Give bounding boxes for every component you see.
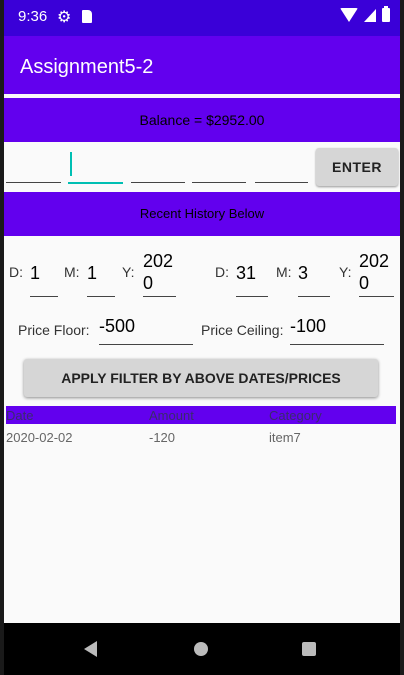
recent-history-header: Recent History Below: [4, 192, 400, 236]
app-bar: Assignment5-2: [4, 36, 400, 94]
from-year-label: Y:: [122, 264, 135, 280]
table-row[interactable]: 2020-02-02 -120 item7: [6, 428, 396, 446]
app-title: Assignment5-2: [20, 56, 154, 78]
from-day-label: D:: [9, 264, 23, 280]
column-category: Category: [269, 408, 322, 423]
battery-icon: [382, 6, 390, 22]
from-month-input[interactable]: 1: [87, 250, 115, 297]
to-year-input[interactable]: 202 0: [359, 250, 394, 297]
from-year-line-1: 202: [143, 251, 174, 271]
status-time: 9:36: [18, 8, 48, 25]
row-amount: -120: [149, 430, 176, 445]
column-date: Date: [6, 408, 34, 423]
row-category: item7: [269, 430, 301, 445]
enter-button[interactable]: ENTER: [316, 148, 398, 186]
status-icons: [340, 6, 390, 22]
wifi-icon: [340, 8, 358, 22]
sd-card-icon: [82, 10, 92, 23]
price-floor-label: Price Floor:: [18, 322, 90, 338]
entry-row: ENTER: [4, 146, 400, 190]
to-month-value: 3: [298, 263, 309, 283]
from-year-input[interactable]: 202 0: [143, 250, 176, 297]
from-month-label: M:: [64, 264, 80, 280]
price-floor-input[interactable]: -500: [99, 316, 193, 345]
to-day-input[interactable]: 31: [236, 250, 268, 297]
to-day-value: 31: [236, 263, 257, 283]
status-bar: 9:36 ⚙: [4, 0, 400, 36]
to-year-label: Y:: [339, 264, 352, 280]
from-month-value: 1: [87, 263, 98, 283]
history-table-header: Date Amount Category: [6, 406, 396, 424]
from-year-line-2: 0: [143, 273, 154, 293]
row-date: 2020-02-02: [6, 430, 73, 445]
apply-filter-button[interactable]: APPLY FILTER BY ABOVE DATES/PRICES: [24, 359, 378, 397]
entry-field-3[interactable]: [131, 146, 185, 183]
text-cursor: [70, 152, 72, 176]
home-icon[interactable]: [194, 642, 208, 656]
to-day-label: D:: [215, 264, 229, 280]
price-ceiling-label: Price Ceiling:: [201, 322, 284, 338]
date-filter-row: D: 1 M: 1 Y: 202 0 D: 31 M: 3 Y: 202 0: [4, 248, 400, 300]
entry-field-5[interactable]: [255, 146, 308, 183]
to-year-line-2: 0: [359, 273, 370, 293]
from-day-value: 1: [30, 263, 41, 283]
entry-field-2[interactable]: [68, 146, 123, 184]
price-filter-row: Price Floor: -500 Price Ceiling: -100: [4, 316, 400, 350]
entry-field-4[interactable]: [192, 146, 246, 183]
phone-screen: 9:36 ⚙ Assignment5-2 Balance = $2952.00 …: [4, 0, 400, 675]
entry-field-1[interactable]: [6, 146, 61, 183]
back-icon[interactable]: [84, 641, 97, 657]
balance-display: Balance = $2952.00: [4, 98, 400, 142]
to-year-line-1: 202: [359, 251, 390, 271]
to-month-label: M:: [276, 264, 292, 280]
price-ceiling-input[interactable]: -100: [290, 316, 384, 345]
column-amount: Amount: [149, 408, 194, 423]
signal-icon: [364, 8, 376, 22]
to-month-input[interactable]: 3: [298, 250, 330, 297]
recent-apps-icon[interactable]: [302, 642, 316, 656]
from-day-input[interactable]: 1: [30, 250, 58, 297]
navigation-bar: [4, 623, 400, 675]
gear-icon: ⚙: [57, 7, 72, 26]
